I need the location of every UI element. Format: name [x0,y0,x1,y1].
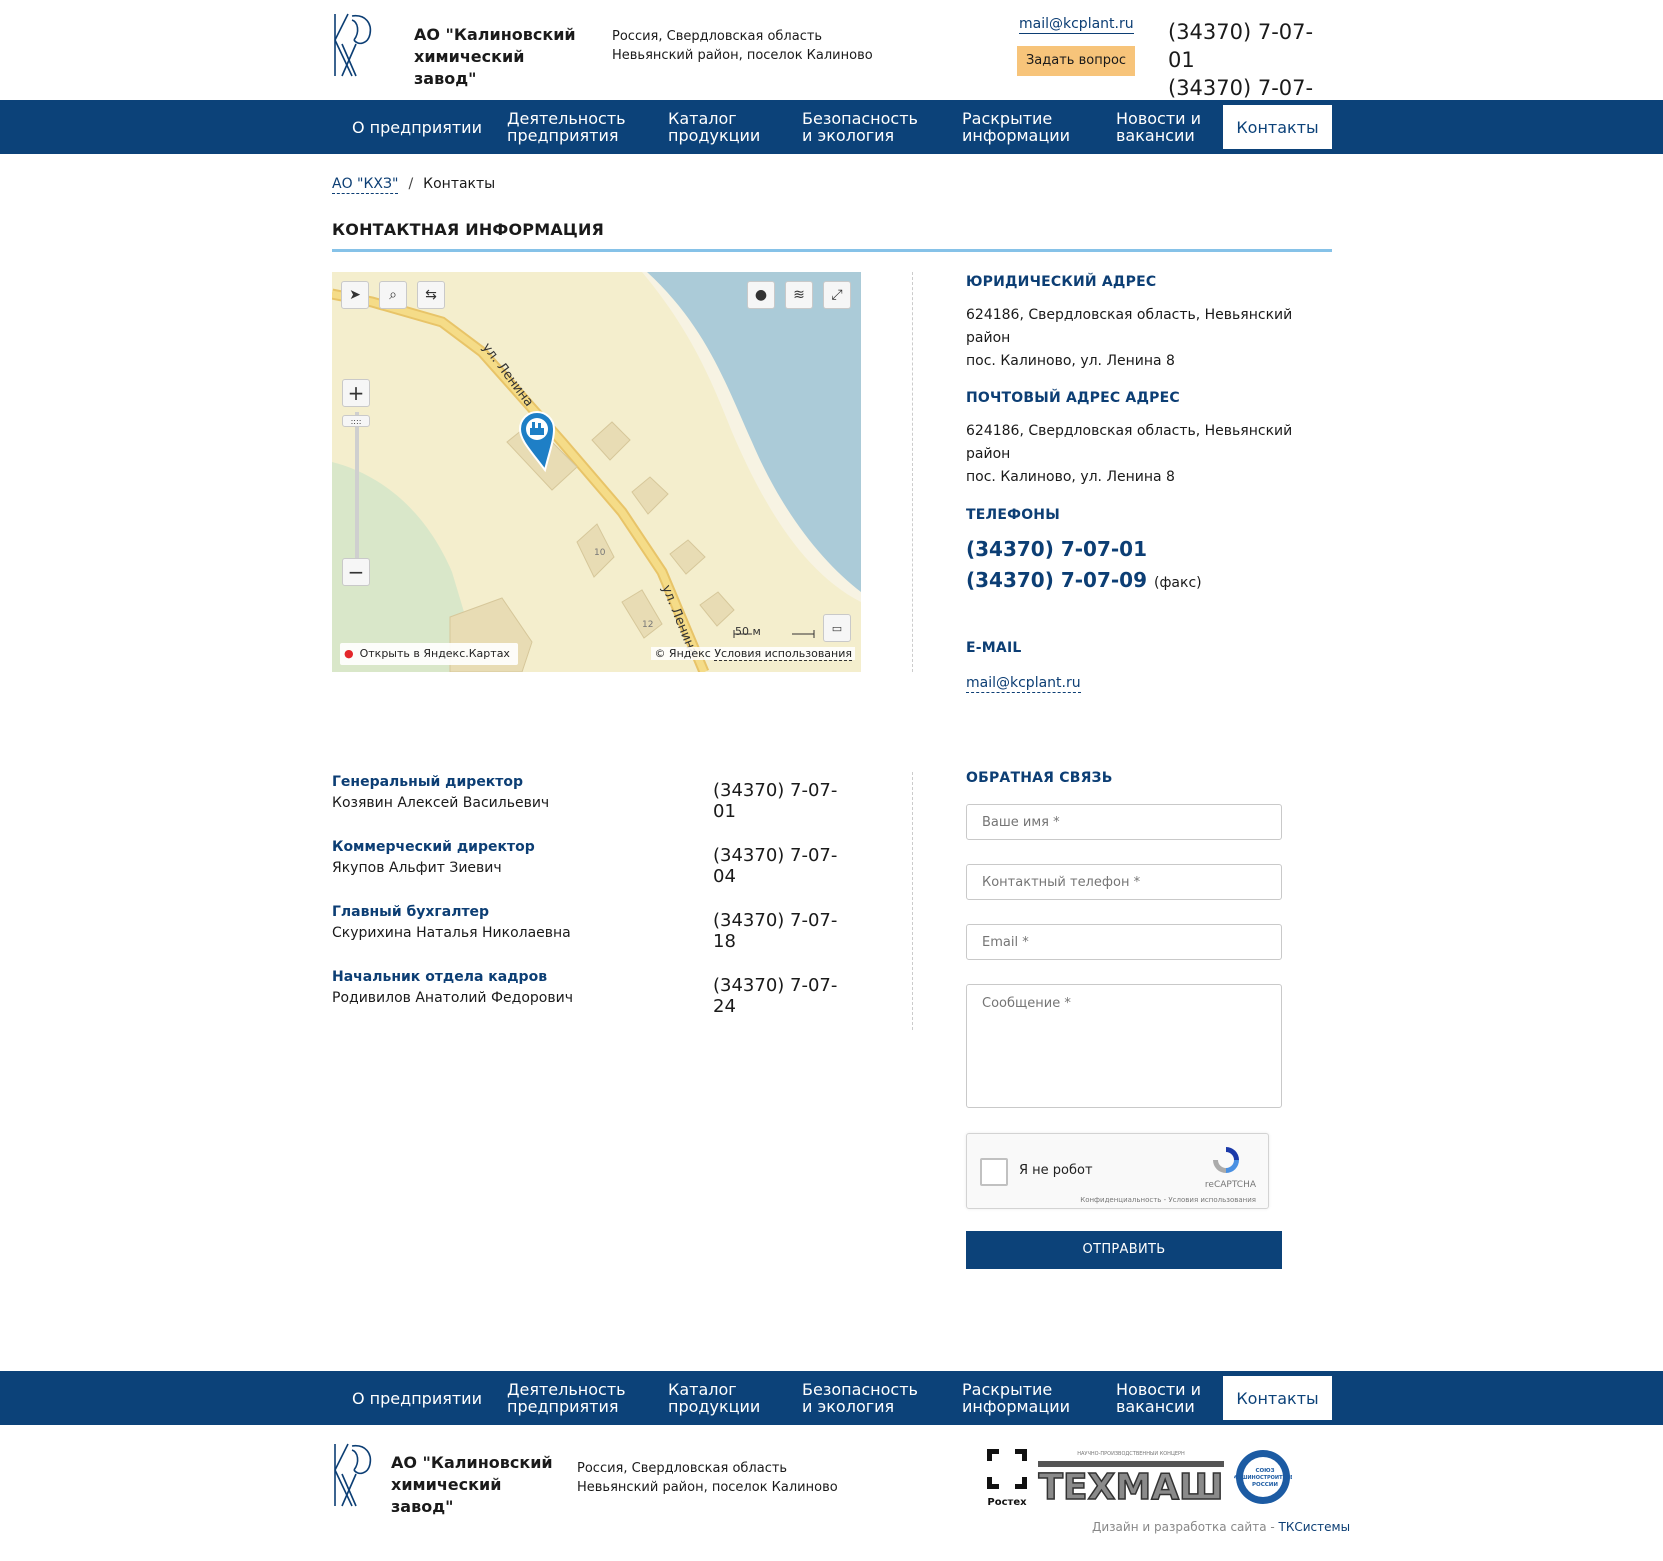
map-route-icon[interactable]: ⇆ [417,281,445,309]
map-pin-icon: ● [344,647,354,660]
email-block: E-MAIL mail@kcplant.ru [966,640,1336,693]
column-divider [912,772,913,1030]
svg-text:МАШИНОСТРОИТЕЛЕЙ: МАШИНОСТРОИТЕЛЕЙ [1234,1473,1292,1481]
map-copyright: © Яндекс Условия использования [651,647,855,661]
footer-company-logo[interactable] [332,1440,374,1510]
footer-nav-disclosure[interactable]: Раскрытие информации [962,1371,1082,1425]
map-traffic-icon[interactable]: ● [747,281,775,309]
svg-text:РОССИИ: РОССИИ [1252,1482,1278,1488]
breadcrumb: АО "КХЗ" / Контакты [332,176,1332,194]
map-zoom-out-icon[interactable]: − [342,558,370,586]
map-house-label-10: 10 [594,548,606,558]
nav-news[interactable]: Новости и вакансии [1116,100,1216,154]
column-divider [912,272,913,672]
title-divider [332,249,1332,252]
svg-text:TEXMAШ: TEXMAШ [1038,1467,1223,1507]
breadcrumb-home[interactable]: АО "КХЗ" [332,176,399,194]
footer-company-name: АО "Калиновский химический завод" [391,1453,553,1516]
header-address: Россия, Свердловская область Невьянский … [612,29,873,63]
svg-text:СОЮЗ: СОЮЗ [1255,1468,1274,1474]
map-zoom-in-icon[interactable]: + [342,379,370,407]
name-input[interactable] [966,804,1282,840]
staff-phone[interactable]: (34370) 7-07-04 [713,845,852,887]
header-phone-1[interactable]: (34370) 7-07-01 [1168,18,1332,74]
header-email-link[interactable]: mail@kcplant.ru [1019,15,1134,34]
nav-catalog[interactable]: Каталог продукции [668,100,768,154]
recaptcha-checkbox[interactable] [980,1158,1008,1186]
phones-heading: ТЕЛЕФОНЫ [966,507,1060,523]
footer-nav-activity[interactable]: Деятельность предприятия [507,1371,637,1425]
staff-row: Коммерческий директор Якупов Альфит Зиев… [332,837,852,887]
message-textarea[interactable] [966,984,1282,1108]
company-logo[interactable] [332,10,374,80]
phone-fax-line: (34370) 7-07-09 (факс) [966,568,1202,592]
recaptcha-label: Я не робот [1019,1163,1093,1178]
phone-input[interactable] [966,864,1282,900]
footer-nav-safety[interactable]: Безопасность и экология [802,1371,932,1425]
breadcrumb-separator: / [408,176,414,192]
staff-row: Генеральный директор Козявин Алексей Вас… [332,772,852,822]
svg-text:НАУЧНО-ПРОИЗВОДСТВЕННЫЙ КОНЦЕР: НАУЧНО-ПРОИЗВОДСТВЕННЫЙ КОНЦЕРН [1077,1451,1185,1457]
postal-address-block: ПОЧТОВЫЙ АДРЕС АДРЕС 624186, Свердловска… [966,390,1336,489]
header: АО "Калиновский химический завод" Россия… [332,0,1332,128]
map-canvas[interactable]: 10 12 ул. Ленина ул. Ленина [332,272,861,672]
nav-disclosure[interactable]: Раскрытие информации [962,100,1082,154]
map-fullscreen-icon[interactable]: ⤢ [823,281,851,309]
nav-about[interactable]: О предприятии [352,100,492,154]
feedback-heading: ОБРАТНАЯ СВЯЗЬ [966,770,1113,786]
submit-button[interactable]: ОТПРАВИТЬ [966,1231,1282,1269]
recaptcha-logo-icon [1213,1147,1239,1173]
staff-row: Главный бухгалтер Скурихина Наталья Нико… [332,902,852,952]
phone-main[interactable]: (34370) 7-07-01 [966,534,1336,565]
page-title: КОНТАКТНАЯ ИНФОРМАЦИЯ [332,220,605,239]
map-ruler-icon[interactable]: ▭ [823,614,851,642]
recaptcha-widget: Я не робот reCAPTCHA Конфиденциальность … [966,1133,1269,1209]
map-scale-label: 50 м [735,625,761,638]
footer-nav-about[interactable]: О предприятии [352,1371,492,1425]
staff-phone[interactable]: (34370) 7-07-01 [713,780,852,822]
phone-fax[interactable]: (34370) 7-07-09 [966,568,1147,592]
breadcrumb-current: Контакты [423,176,496,192]
contact-email-link[interactable]: mail@kcplant.ru [966,675,1081,693]
nav-activity[interactable]: Деятельность предприятия [507,100,637,154]
rostec-logo[interactable]: Ростех [985,1447,1029,1509]
map-geolocation-icon[interactable]: ➤ [341,281,369,309]
email-heading: E-MAIL [966,640,1022,656]
email-input[interactable] [966,924,1282,960]
yandex-map[interactable]: 10 12 ул. Ленина ул. Ленина ➤ ⌕ ⇆ ● ≋ ⤢ … [332,272,861,672]
map-house-label-12: 12 [642,620,653,630]
developer-credit: Дизайн и разработка сайта - ТКСистемы [1092,1520,1351,1534]
footer-address: Россия, Свердловская область Невьянский … [577,1461,838,1495]
map-search-icon[interactable]: ⌕ [379,281,407,309]
company-name[interactable]: АО "Калиновский химический завод" [414,24,589,90]
staff-phone[interactable]: (34370) 7-07-18 [713,910,852,952]
nav-contacts[interactable]: Контакты [1223,105,1332,149]
staff-row: Начальник отдела кадров Родивилов Анатол… [332,967,852,1017]
map-open-yandex-link[interactable]: ● Открыть в Яндекс.Картах [340,643,518,665]
footer-nav: О предприятии Деятельность предприятия К… [0,1371,1663,1425]
map-terms-link[interactable]: Условия использования [714,647,852,661]
tekhmash-logo[interactable]: НАУЧНО-ПРОИЗВОДСТВЕННЫЙ КОНЦЕРН TEXMAШ [1036,1451,1226,1507]
legal-address-block: ЮРИДИЧЕСКИЙ АДРЕС 624186, Свердловская о… [966,274,1336,373]
postal-address-heading: ПОЧТОВЫЙ АДРЕС АДРЕС [966,390,1180,406]
feedback-form: ОБРАТНАЯ СВЯЗЬ Я не робот reCAPTCHA Конф… [966,770,1282,1269]
svg-text:Ростех: Ростех [987,1497,1027,1508]
footer-nav-catalog[interactable]: Каталог продукции [668,1371,768,1425]
developer-link[interactable]: ТКСистемы [1279,1520,1351,1534]
recaptcha-terms[interactable]: Конфиденциальность - Условия использован… [1080,1196,1256,1204]
staff-phone[interactable]: (34370) 7-07-24 [713,975,852,1017]
footer-nav-contacts[interactable]: Контакты [1223,1376,1332,1420]
map-zoom-slider-handle[interactable]: :::: [342,415,370,427]
union-machine-builders-logo[interactable]: СОЮЗ МАШИНОСТРОИТЕЛЕЙ РОССИИ [1234,1448,1292,1506]
footer-nav-news[interactable]: Новости и вакансии [1116,1371,1216,1425]
map-layers-icon[interactable]: ≋ [785,281,813,309]
main-nav: О предприятии Деятельность предприятия К… [0,100,1663,154]
legal-address-heading: ЮРИДИЧЕСКИЙ АДРЕС [966,274,1157,290]
ask-question-button[interactable]: Задать вопрос [1017,46,1135,76]
recaptcha-brand: reCAPTCHA [1204,1180,1256,1190]
phones-block: ТЕЛЕФОНЫ (34370) 7-07-01 (34370) 7-07-09… [966,507,1336,599]
nav-safety[interactable]: Безопасность и экология [802,100,932,154]
